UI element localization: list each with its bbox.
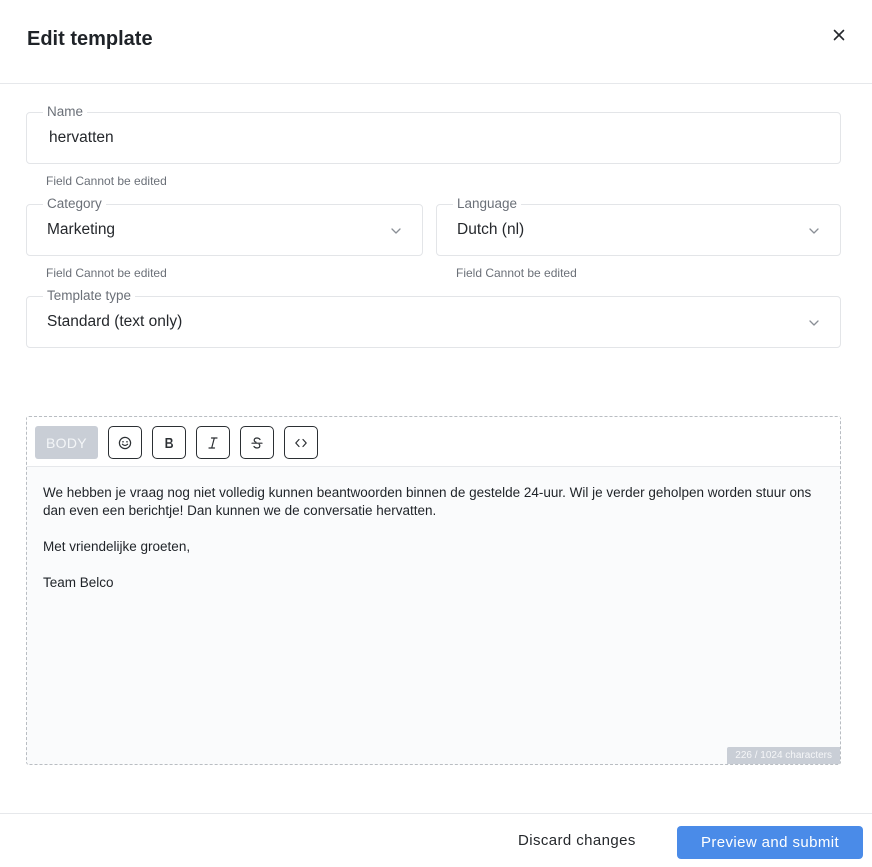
- body-editor[interactable]: BODY We hebben je vraag nog niet volledi…: [26, 416, 841, 765]
- chevron-down-icon: [809, 228, 819, 234]
- language-help-text: Field Cannot be edited: [456, 266, 577, 280]
- strikethrough-icon: [251, 436, 263, 449]
- editor-content[interactable]: We hebben je vraag nog niet volledig kun…: [43, 484, 823, 592]
- body-section-tag: BODY: [35, 426, 98, 459]
- preview-submit-button[interactable]: Preview and submit: [677, 826, 863, 859]
- editor-paragraph: Team Belco: [43, 575, 114, 590]
- language-value: Dutch (nl): [457, 221, 525, 238]
- close-button[interactable]: [828, 24, 850, 46]
- category-value: Marketing: [47, 221, 116, 238]
- modal-footer: Discard changes Preview and submit: [0, 813, 872, 867]
- character-counter: 226 / 1024 characters: [727, 747, 840, 764]
- language-label: Language: [453, 196, 522, 212]
- name-value: hervatten: [49, 129, 114, 146]
- template-type-label: Template type: [43, 288, 136, 304]
- italic-button[interactable]: [196, 426, 230, 459]
- modal-title: Edit template: [27, 28, 153, 50]
- name-field: Name hervatten: [26, 104, 841, 164]
- code-icon: [295, 438, 307, 447]
- editor-paragraph: Met vriendelijke groeten,: [43, 539, 191, 554]
- language-select[interactable]: Language Dutch (nl): [436, 196, 841, 256]
- close-icon: [833, 29, 845, 41]
- name-label: Name: [43, 104, 88, 120]
- discard-changes-button[interactable]: Discard changes: [518, 832, 636, 849]
- template-type-value: Standard (text only): [47, 313, 183, 330]
- editor-paragraph: We hebben je vraag nog niet volledig kun…: [43, 485, 812, 518]
- template-type-select[interactable]: Template type Standard (text only): [26, 288, 841, 348]
- category-label: Category: [43, 196, 106, 212]
- bold-icon: [165, 437, 173, 448]
- modal-header: Edit template: [0, 0, 872, 84]
- chevron-down-icon: [809, 320, 819, 326]
- chevron-down-icon: [391, 228, 401, 234]
- italic-icon: [208, 436, 218, 449]
- strikethrough-button[interactable]: [240, 426, 274, 459]
- bold-button[interactable]: [152, 426, 186, 459]
- category-help-text: Field Cannot be edited: [46, 266, 167, 280]
- emoji-icon: [118, 436, 132, 449]
- editor-toolbar: BODY: [27, 417, 840, 467]
- name-help-text: Field Cannot be edited: [46, 174, 167, 188]
- emoji-button[interactable]: [108, 426, 142, 459]
- category-select[interactable]: Category Marketing: [26, 196, 423, 256]
- code-button[interactable]: [284, 426, 318, 459]
